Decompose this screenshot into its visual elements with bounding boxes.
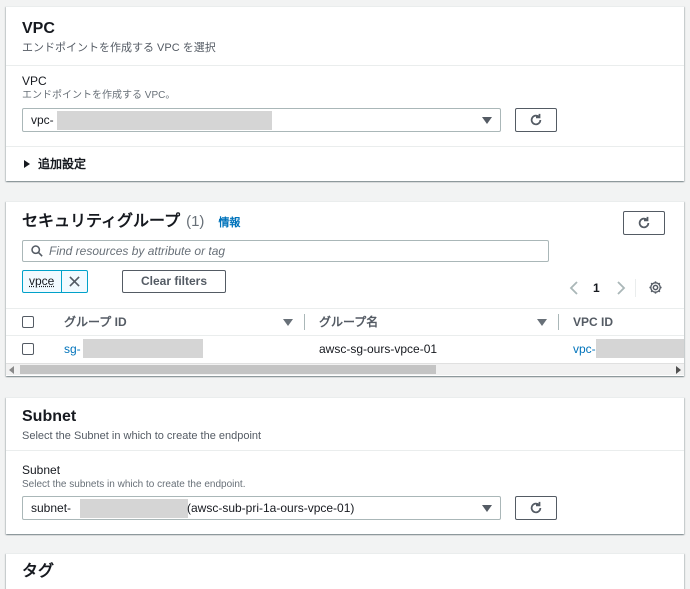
sort-icon[interactable]	[537, 319, 547, 326]
vpc-field-desc: エンドポイントを作成する VPC。	[22, 89, 175, 102]
additional-settings-toggle[interactable]: 追加設定	[22, 156, 86, 172]
subnet-field-label: Subnet	[22, 462, 245, 478]
caret-down-icon	[482, 505, 492, 512]
subnet-description: Select the Subnet in which to create the…	[22, 429, 668, 443]
column-header-vpc-id[interactable]: VPC ID	[573, 314, 613, 330]
refresh-icon	[637, 216, 651, 230]
row-vpc-id-redacted	[596, 339, 684, 358]
sg-count: (1)	[186, 213, 204, 230]
vpc-redacted-id	[57, 111, 272, 130]
search-icon	[31, 245, 43, 257]
row-vpc-id[interactable]: vpc-	[573, 341, 596, 357]
sg-title: セキュリティグループ	[22, 212, 180, 232]
scroll-right-icon[interactable]	[674, 366, 682, 374]
subnet-select-name: (awsc-sub-pri-1a-ours-vpce-01)	[187, 497, 354, 519]
filter-token-separator	[61, 271, 62, 292]
subnet-select[interactable]: subnet- (awsc-sub-pri-1a-ours-vpce-01)	[22, 496, 501, 520]
row-group-id-redacted	[83, 339, 203, 358]
clear-filters-button[interactable]: Clear filters	[122, 270, 226, 293]
table-row[interactable]: sg- awsc-sg-ours-vpce-01 vpc-	[6, 336, 684, 362]
caret-down-icon	[482, 117, 492, 124]
scroll-left-icon[interactable]	[8, 366, 16, 374]
close-icon[interactable]	[69, 276, 80, 287]
sg-refresh-button[interactable]	[623, 211, 665, 235]
sg-header: セキュリティグループ (1) 情報	[22, 212, 240, 232]
pagination-divider	[635, 279, 636, 297]
column-separator[interactable]	[304, 314, 305, 330]
vpc-field: VPC エンドポイントを作成する VPC。	[22, 73, 175, 102]
subnet-divider	[6, 450, 684, 451]
vpc-title: VPC	[22, 19, 668, 39]
additional-settings-label: 追加設定	[38, 156, 86, 172]
subnet-panel: Subnet Select the Subnet in which to cre…	[6, 397, 684, 534]
subnet-redacted-id	[80, 499, 188, 518]
page-number[interactable]: 1	[593, 280, 600, 296]
vpc-header: VPC エンドポイントを作成する VPC を選択	[6, 7, 684, 65]
subnet-field-desc: Select the subnets in which to create th…	[22, 478, 245, 491]
sg-info-link[interactable]: 情報	[218, 214, 240, 230]
vpc-divider	[6, 65, 684, 66]
settings-icon[interactable]	[648, 280, 663, 295]
vpc-description: エンドポイントを作成する VPC を選択	[22, 41, 668, 55]
sort-icon[interactable]	[283, 319, 293, 326]
filter-token: vpce	[22, 270, 88, 293]
vpc-select-value: vpc-	[31, 113, 54, 127]
table-horizontal-scrollbar[interactable]	[6, 363, 684, 375]
security-groups-panel: セキュリティグループ (1) 情報 Find resources by attr…	[6, 201, 684, 376]
column-header-group-name[interactable]: グループ名	[319, 314, 378, 330]
row-checkbox[interactable]	[22, 343, 34, 355]
select-all-checkbox[interactable]	[22, 316, 34, 328]
subnet-header: Subnet Select the Subnet in which to cre…	[6, 398, 684, 453]
tags-panel: タグ	[6, 553, 684, 589]
filter-token-label[interactable]: vpce	[29, 271, 54, 292]
vpc-select[interactable]: vpc-	[22, 108, 501, 132]
vpc-panel: VPC エンドポイントを作成する VPC を選択 VPC エンドポイントを作成す…	[6, 6, 684, 181]
subnet-title: Subnet	[22, 407, 668, 427]
scrollbar-thumb[interactable]	[20, 365, 436, 374]
table-top-divider	[6, 308, 684, 309]
vpc-refresh-button[interactable]	[515, 108, 557, 132]
caret-right-icon	[22, 159, 32, 169]
chevron-right-icon[interactable]	[616, 281, 626, 295]
subnet-field: Subnet Select the subnets in which to cr…	[22, 462, 245, 491]
sg-search-input[interactable]: Find resources by attribute or tag	[22, 240, 549, 262]
chevron-left-icon[interactable]	[569, 281, 579, 295]
subnet-select-prefix: subnet-	[31, 501, 71, 515]
tags-title: タグ	[22, 562, 54, 582]
vpc-divider-2	[6, 146, 684, 147]
vpc-field-label: VPC	[22, 73, 175, 89]
refresh-icon	[529, 501, 543, 515]
refresh-icon	[529, 113, 543, 127]
column-header-group-id[interactable]: グループ ID	[64, 314, 127, 330]
sg-search-placeholder: Find resources by attribute or tag	[49, 244, 225, 258]
column-separator[interactable]	[558, 314, 559, 330]
row-group-id[interactable]: sg-	[64, 341, 81, 357]
subnet-refresh-button[interactable]	[515, 496, 557, 520]
row-group-name: awsc-sg-ours-vpce-01	[319, 341, 437, 357]
